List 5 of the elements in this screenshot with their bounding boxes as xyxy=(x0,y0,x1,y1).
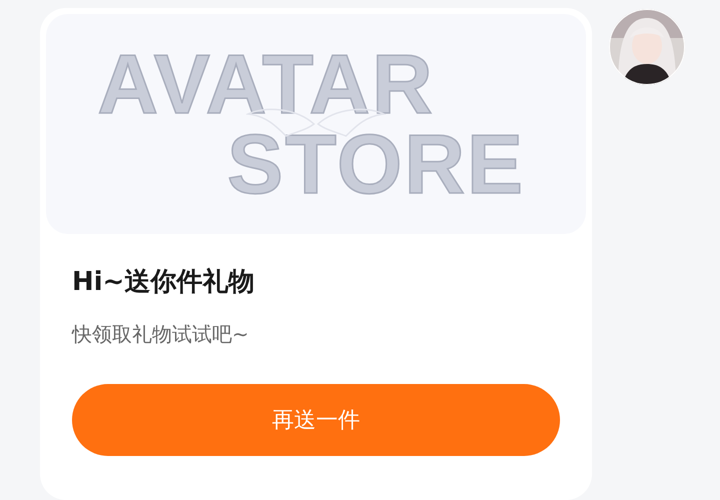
banner-text: STORE xyxy=(227,124,525,204)
subtitle: 快领取礼物试试吧~ xyxy=(72,321,250,348)
title: Hi~送你件礼物 xyxy=(72,266,256,299)
banner-text: AVATAR xyxy=(97,44,435,124)
send-again-button[interactable]: 再送一件 xyxy=(72,384,560,456)
